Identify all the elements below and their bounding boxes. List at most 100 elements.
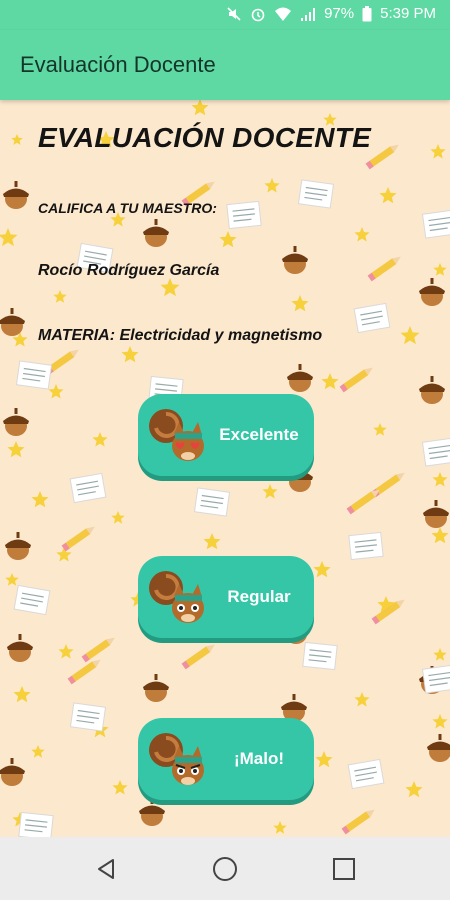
paper-decoration — [347, 758, 385, 790]
status-bar: 97% 5:39 PM — [0, 0, 450, 30]
star-decoration — [7, 441, 25, 458]
star-decoration — [31, 491, 49, 508]
star-decoration — [160, 278, 180, 297]
star-decoration — [219, 231, 237, 248]
star-decoration — [433, 648, 447, 661]
alarm-icon — [251, 8, 265, 21]
app-bar: Evaluación Docente — [0, 30, 450, 100]
star-decoration — [11, 134, 23, 145]
back-button[interactable] — [82, 845, 130, 893]
pencil-decoration — [61, 526, 95, 552]
star-decoration — [262, 484, 278, 499]
pencil-decoration — [346, 489, 380, 515]
star-decoration — [48, 384, 64, 399]
star-decoration — [354, 692, 370, 707]
star-decoration — [432, 472, 448, 487]
star-decoration — [373, 423, 387, 436]
star-decoration — [5, 573, 19, 586]
malo-button[interactable]: ¡Malo! — [138, 718, 314, 800]
regular-label: Regular — [227, 587, 291, 606]
malo-label: ¡Malo! — [233, 749, 285, 768]
star-decoration — [56, 547, 72, 562]
acorn-decoration — [282, 246, 308, 274]
squirrel-angry-icon — [149, 733, 204, 785]
star-decoration — [432, 714, 448, 729]
main-content: EVALUACIÓN DOCENTE CALIFICA A TU MAESTRO… — [0, 100, 450, 837]
teacher-name: Rocío Rodríguez García — [38, 262, 220, 279]
paper-decoration — [18, 811, 54, 837]
navigation-bar — [0, 837, 450, 900]
star-decoration — [291, 295, 309, 312]
paper-decoration — [13, 584, 51, 616]
acorn-decoration — [287, 364, 313, 392]
star-decoration — [273, 821, 287, 834]
acorn-decoration — [7, 634, 33, 662]
pencil-decoration — [81, 637, 115, 663]
signal-icon — [301, 7, 316, 21]
paper-decoration — [302, 641, 338, 671]
star-decoration — [313, 561, 331, 578]
star-decoration — [430, 144, 446, 159]
paper-decoration — [226, 200, 262, 230]
recents-button[interactable] — [320, 845, 368, 893]
pencil-decoration — [367, 256, 401, 282]
star-decoration — [0, 228, 18, 247]
acorn-decoration — [423, 500, 449, 528]
acorn-decoration — [427, 734, 450, 762]
regular-button[interactable]: Regular — [138, 556, 314, 638]
star-decoration — [431, 527, 449, 544]
excelente-label: Excelente — [219, 425, 299, 444]
star-decoration — [400, 326, 420, 345]
acorn-decoration — [139, 798, 165, 826]
star-decoration — [354, 227, 370, 242]
star-decoration — [433, 263, 447, 276]
star-decoration — [31, 745, 45, 758]
star-decoration — [203, 533, 221, 550]
home-circle-icon — [213, 857, 237, 881]
acorn-decoration — [5, 532, 31, 560]
acorn-decoration — [3, 408, 29, 436]
pencil-decoration — [339, 367, 373, 393]
star-decoration — [58, 644, 74, 659]
acorn-decoration — [0, 308, 25, 336]
acorn-decoration — [3, 181, 29, 209]
squirrel-heart-eyes-icon — [149, 409, 204, 461]
paper-decoration — [421, 437, 450, 467]
app-title: Evaluación Docente — [20, 52, 216, 77]
pencil-decoration — [371, 599, 405, 625]
battery-percent: 97% — [324, 5, 355, 22]
acorn-decoration — [143, 674, 169, 702]
acorn-decoration — [419, 376, 445, 404]
paper-decoration — [421, 209, 450, 239]
battery-icon — [362, 5, 372, 21]
paper-decoration — [297, 179, 335, 209]
star-decoration — [191, 100, 209, 116]
star-decoration — [112, 780, 128, 795]
excelente-button[interactable]: Excelente — [138, 394, 314, 476]
star-decoration — [315, 751, 333, 768]
star-decoration — [264, 178, 280, 193]
star-decoration — [321, 373, 339, 390]
star-decoration — [405, 781, 423, 798]
paper-decoration — [193, 487, 231, 517]
home-button[interactable] — [201, 845, 249, 893]
paper-decoration — [69, 472, 107, 504]
pencil-decoration — [341, 809, 375, 835]
paper-decoration — [69, 702, 107, 732]
acorn-decoration — [419, 278, 445, 306]
star-decoration — [379, 187, 397, 204]
subject-label: MATERIA: Electricidad y magnetismo — [38, 327, 323, 344]
star-decoration — [13, 686, 31, 703]
wifi-icon — [275, 7, 292, 21]
star-decoration — [121, 346, 139, 363]
rate-prompt: CALIFICA A TU MAESTRO: — [38, 200, 217, 216]
back-triangle-icon — [98, 859, 114, 879]
recents-square-icon — [333, 858, 355, 880]
paper-decoration — [353, 302, 391, 334]
page-heading: EVALUACIÓN DOCENTE — [38, 122, 372, 153]
paper-decoration — [15, 360, 53, 390]
mute-icon — [227, 6, 241, 21]
acorn-decoration — [0, 758, 25, 786]
paper-decoration — [421, 664, 450, 694]
squirrel-neutral-icon — [149, 571, 204, 623]
